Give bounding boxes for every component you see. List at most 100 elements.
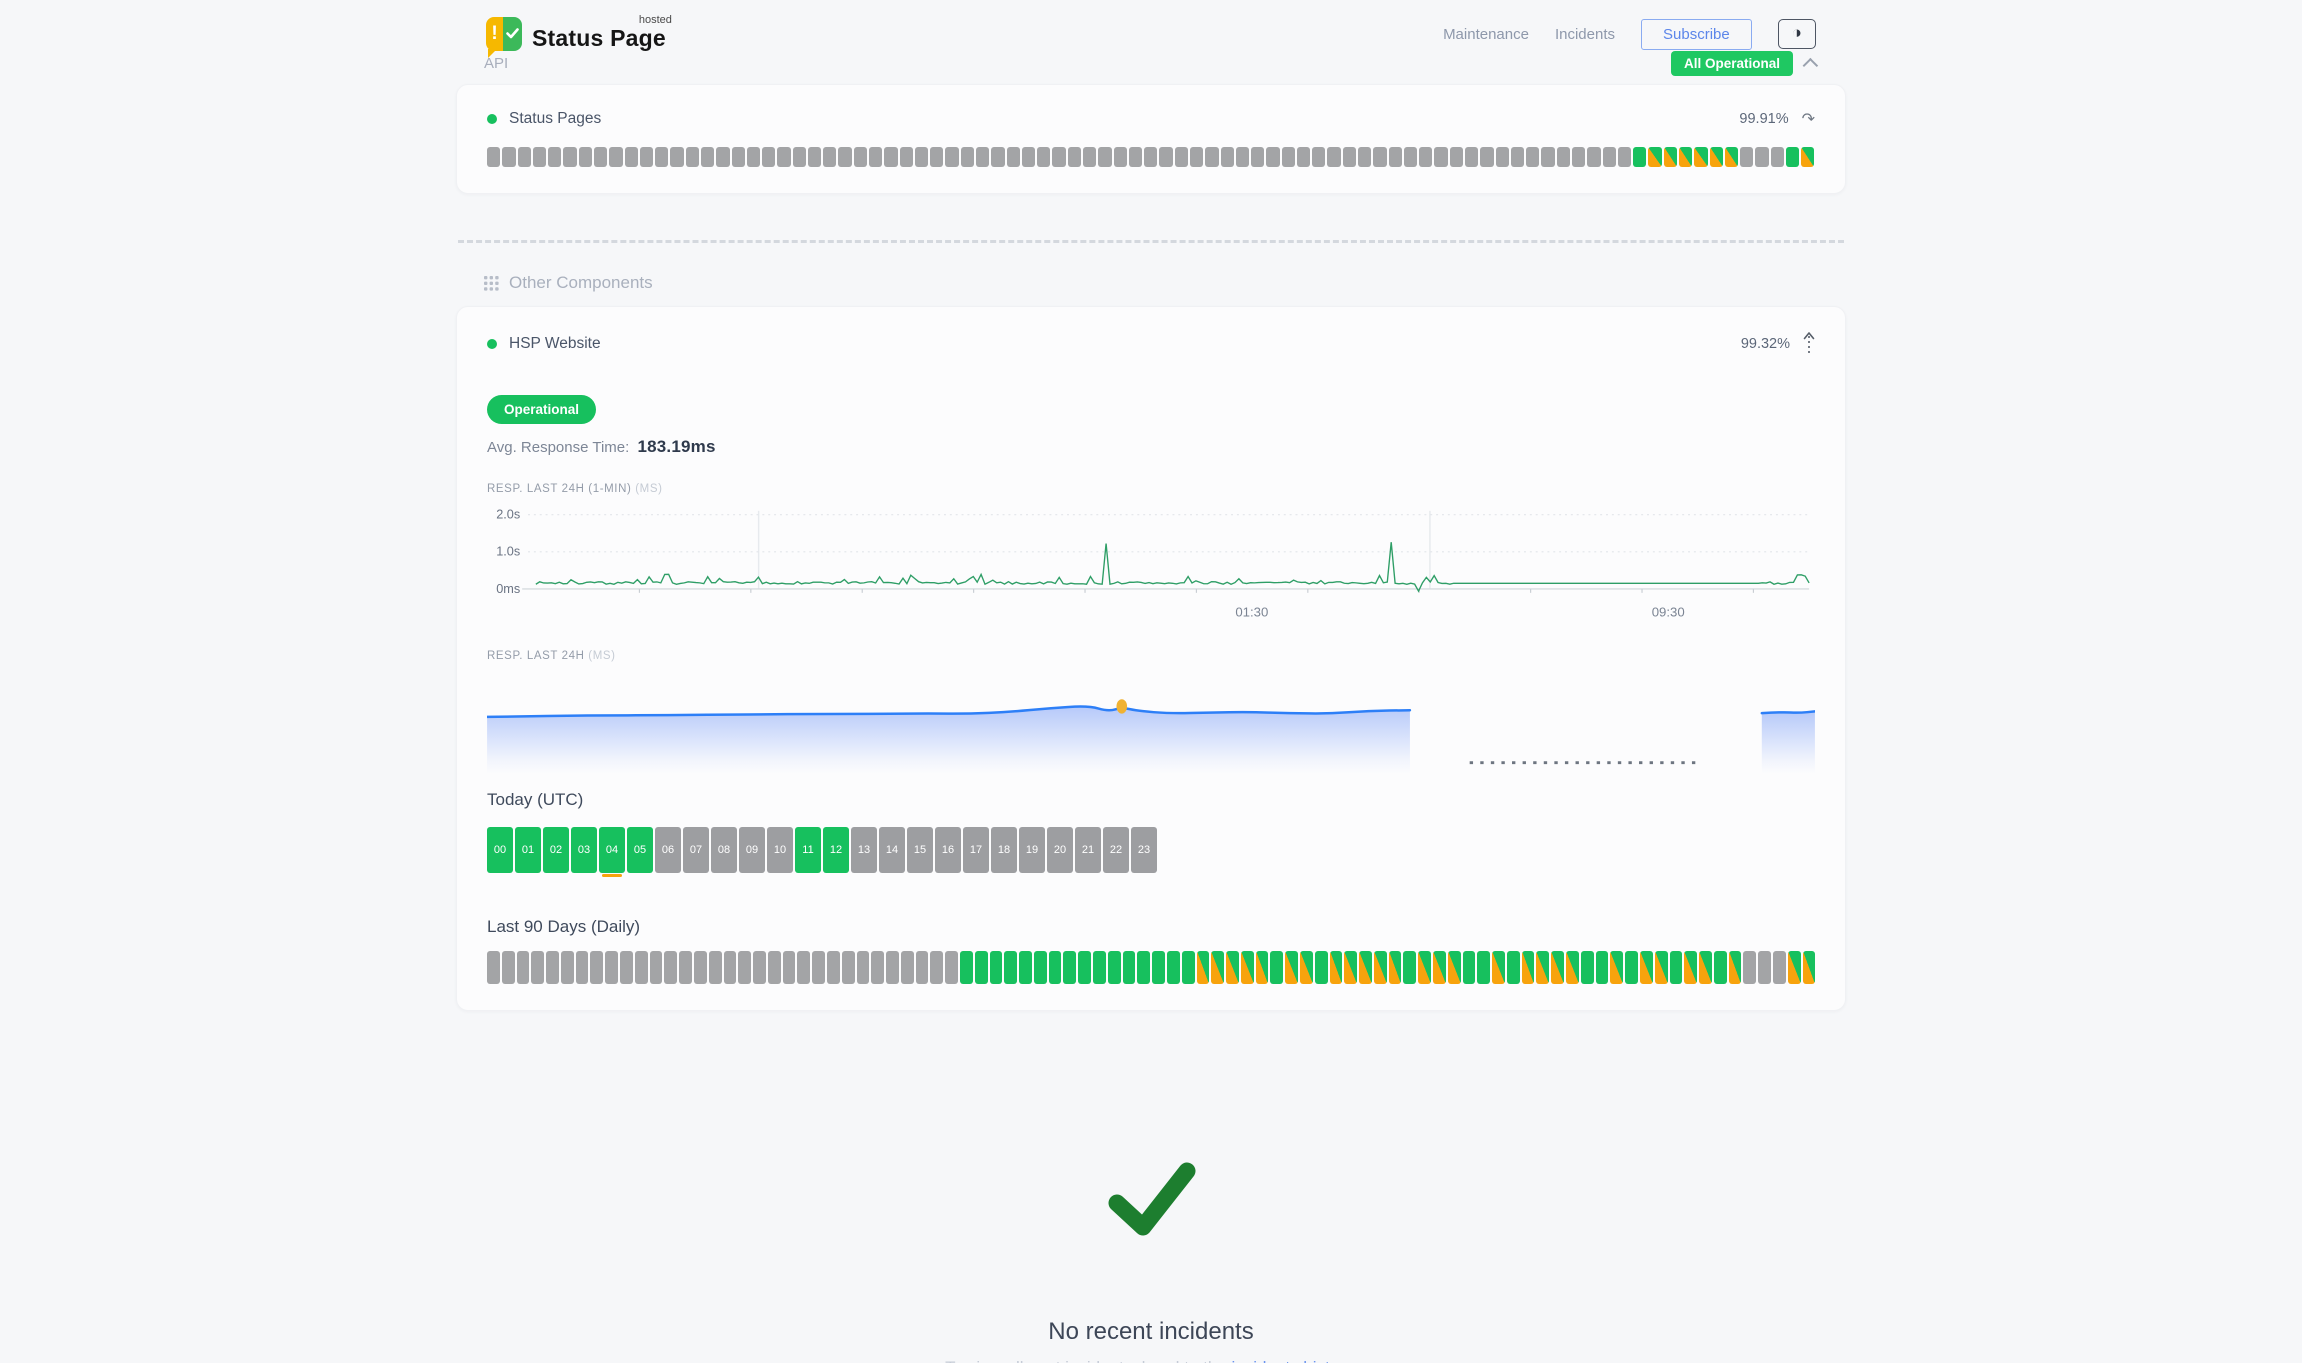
day-block[interactable]: [975, 951, 988, 984]
day-block[interactable]: [1049, 951, 1062, 984]
hour-block[interactable]: 17: [963, 827, 989, 873]
nav-incidents[interactable]: Incidents: [1555, 26, 1615, 43]
day-block[interactable]: [1063, 951, 1076, 984]
uptime-block[interactable]: [548, 147, 561, 167]
day-block[interactable]: [1241, 951, 1254, 984]
day-block[interactable]: [1403, 951, 1416, 984]
day-block[interactable]: [1389, 951, 1402, 984]
day-block[interactable]: [827, 951, 840, 984]
uptime-block[interactable]: [1144, 147, 1157, 167]
uptime-block[interactable]: [762, 147, 775, 167]
uptime-block[interactable]: [1221, 147, 1234, 167]
uptime-block[interactable]: [777, 147, 790, 167]
day-block[interactable]: [768, 951, 781, 984]
day-block[interactable]: [1803, 951, 1816, 984]
refresh-arrow-icon[interactable]: ↷: [1802, 109, 1815, 129]
uptime-block[interactable]: [869, 147, 882, 167]
uptime-block[interactable]: [854, 147, 867, 167]
day-block[interactable]: [1610, 951, 1623, 984]
day-block[interactable]: [886, 951, 899, 984]
day-block[interactable]: [709, 951, 722, 984]
uptime-block[interactable]: [1327, 147, 1340, 167]
uptime-block[interactable]: [1098, 147, 1111, 167]
uptime-block[interactable]: [1434, 147, 1447, 167]
day-block[interactable]: [1448, 951, 1461, 984]
hour-block[interactable]: 11: [795, 827, 821, 873]
day-block[interactable]: [1477, 951, 1490, 984]
day-block[interactable]: [916, 951, 929, 984]
day-block[interactable]: [1699, 951, 1712, 984]
uptime-block[interactable]: [625, 147, 638, 167]
uptime-block[interactable]: [991, 147, 1004, 167]
hour-block[interactable]: 23: [1131, 827, 1157, 873]
day-block[interactable]: [1492, 951, 1505, 984]
uptime-block[interactable]: [1373, 147, 1386, 167]
uptime-block[interactable]: [670, 147, 683, 167]
day-block[interactable]: [1640, 951, 1653, 984]
chevron-up-icon[interactable]: [1803, 57, 1819, 73]
hour-block[interactable]: 06: [655, 827, 681, 873]
hour-block[interactable]: 14: [879, 827, 905, 873]
day-block[interactable]: [1093, 951, 1106, 984]
uptime-block[interactable]: [1236, 147, 1249, 167]
uptime-block[interactable]: [823, 147, 836, 167]
hour-block[interactable]: 03: [571, 827, 597, 873]
day-block[interactable]: [1152, 951, 1165, 984]
day-block[interactable]: [502, 951, 515, 984]
day-block[interactable]: [1551, 951, 1564, 984]
day-block[interactable]: [857, 951, 870, 984]
uptime-block[interactable]: [1007, 147, 1020, 167]
hour-block[interactable]: 22: [1103, 827, 1129, 873]
uptime-block[interactable]: [1159, 147, 1172, 167]
day-block[interactable]: [724, 951, 737, 984]
hour-block[interactable]: 01: [515, 827, 541, 873]
uptime-block[interactable]: [1052, 147, 1065, 167]
uptime-block[interactable]: [900, 147, 913, 167]
day-block[interactable]: [960, 951, 973, 984]
uptime-block[interactable]: [487, 147, 500, 167]
uptime-block[interactable]: [563, 147, 576, 167]
uptime-block[interactable]: [945, 147, 958, 167]
day-block[interactable]: [620, 951, 633, 984]
uptime-block[interactable]: [1450, 147, 1463, 167]
day-block[interactable]: [797, 951, 810, 984]
uptime-block[interactable]: [1648, 147, 1661, 167]
day-block[interactable]: [1330, 951, 1343, 984]
uptime-block[interactable]: [1312, 147, 1325, 167]
day-block[interactable]: [1034, 951, 1047, 984]
day-block[interactable]: [1714, 951, 1727, 984]
day-block[interactable]: [1522, 951, 1535, 984]
day-block[interactable]: [901, 951, 914, 984]
day-block[interactable]: [1566, 951, 1579, 984]
uptime-block[interactable]: [518, 147, 531, 167]
uptime-block[interactable]: [1114, 147, 1127, 167]
day-block[interactable]: [679, 951, 692, 984]
day-block[interactable]: [871, 951, 884, 984]
subscribe-button[interactable]: Subscribe: [1641, 19, 1752, 50]
hour-block[interactable]: 00: [487, 827, 513, 873]
uptime-block[interactable]: [1541, 147, 1554, 167]
day-block[interactable]: [1108, 951, 1121, 984]
uptime-block[interactable]: [1801, 147, 1814, 167]
uptime-block[interactable]: [1496, 147, 1509, 167]
uptime-block[interactable]: [1343, 147, 1356, 167]
day-block[interactable]: [487, 951, 500, 984]
uptime-block[interactable]: [701, 147, 714, 167]
uptime-block[interactable]: [579, 147, 592, 167]
day-block[interactable]: [1581, 951, 1594, 984]
uptime-block[interactable]: [1771, 147, 1784, 167]
day-block[interactable]: [1670, 951, 1683, 984]
day-block[interactable]: [1596, 951, 1609, 984]
day-block[interactable]: [1078, 951, 1091, 984]
day-block[interactable]: [1226, 951, 1239, 984]
day-block[interactable]: [1315, 951, 1328, 984]
hour-block[interactable]: 10: [767, 827, 793, 873]
day-block[interactable]: [1167, 951, 1180, 984]
day-block[interactable]: [664, 951, 677, 984]
uptime-block[interactable]: [961, 147, 974, 167]
hour-block[interactable]: 18: [991, 827, 1017, 873]
theme-toggle-button[interactable]: ◑: [1778, 19, 1816, 48]
hour-block[interactable]: 15: [907, 827, 933, 873]
uptime-block[interactable]: [915, 147, 928, 167]
hour-block[interactable]: 07: [683, 827, 709, 873]
